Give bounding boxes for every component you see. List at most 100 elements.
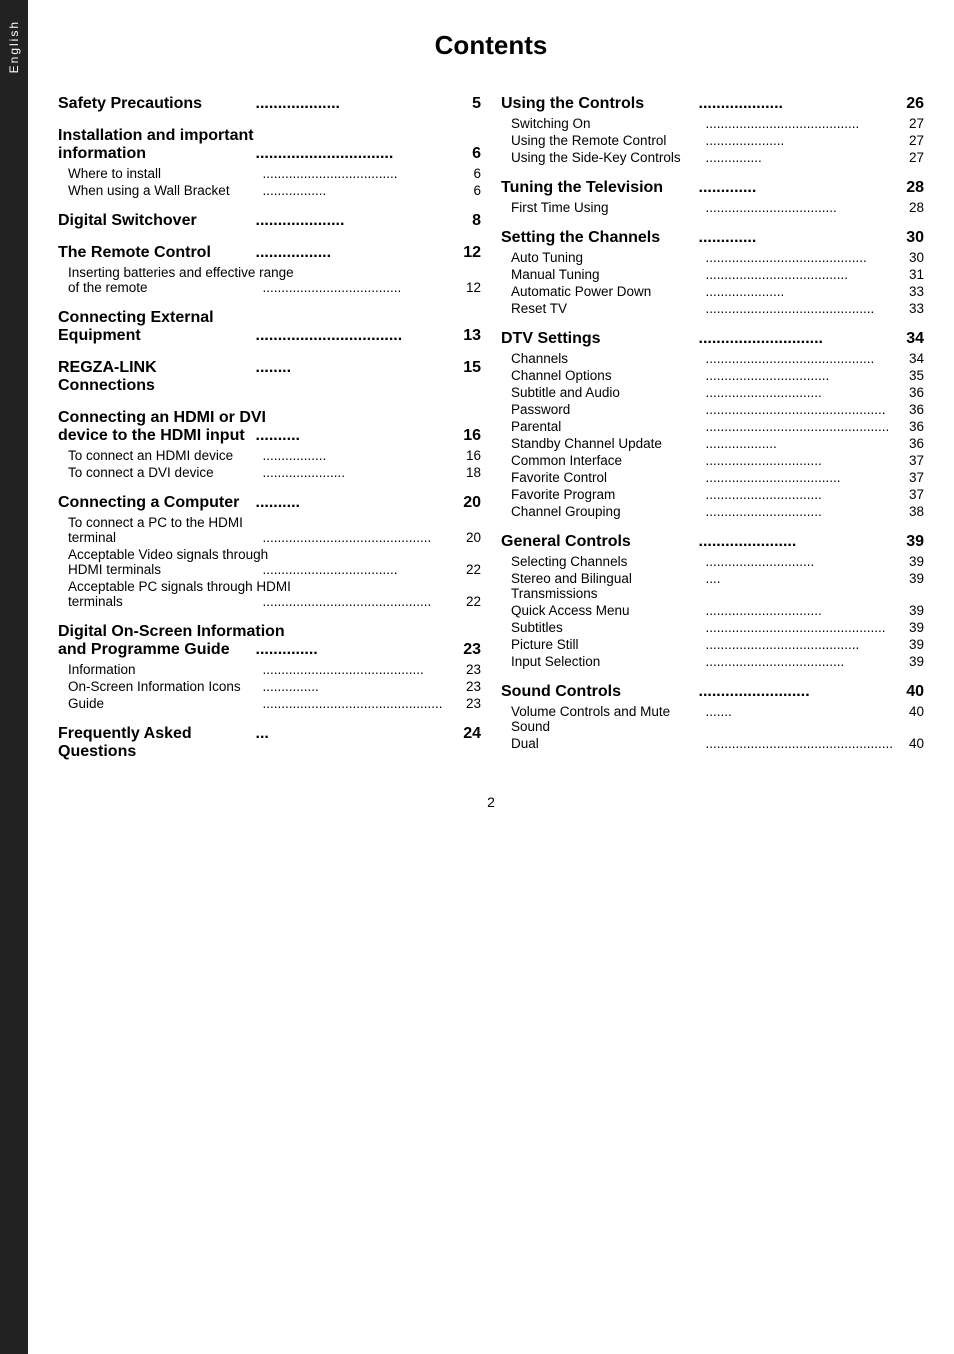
toc-sub-entry: Where to install .......................… — [58, 166, 481, 181]
toc-dots: ....... — [704, 704, 901, 734]
toc-dots: ..................... — [704, 133, 901, 148]
toc-sub-entry: Common Interface .......................… — [501, 453, 924, 468]
toc-sub-title: HDMI terminals — [68, 562, 261, 577]
toc-sub-entry: Automatic Power Down ...................… — [501, 284, 924, 299]
toc-page: 36 — [900, 419, 924, 434]
toc-dots: .................... — [254, 212, 454, 230]
toc-dots: ........................................… — [704, 250, 901, 265]
toc-sub-entry: Subtitles ..............................… — [501, 620, 924, 635]
toc-sub-entry: Stereo and Bilingual Transmissions .... … — [501, 571, 924, 601]
toc-sub-entry: Reset TV ...............................… — [501, 301, 924, 316]
toc-sub-entry: First Time Using .......................… — [501, 200, 924, 215]
toc-sub-entry: Dual ...................................… — [501, 736, 924, 751]
toc-page: 40 — [900, 704, 924, 734]
toc-dots: ............. — [697, 229, 897, 247]
toc-dots: ........................................… — [704, 116, 901, 131]
toc-page: 20 — [457, 530, 481, 545]
toc-dots: ..................................... — [261, 280, 458, 295]
toc-heading: REGZA-LINK Connections ........ 15 — [58, 359, 481, 395]
toc-dots: ..................................... — [704, 654, 901, 669]
toc-heading-title: Digital Switchover — [58, 212, 254, 230]
tab-label: English — [7, 20, 21, 73]
toc-page: 40 — [896, 683, 924, 701]
toc-dots: .................................... — [261, 562, 458, 577]
toc-dots: ........................................… — [261, 696, 458, 711]
toc-page: 39 — [900, 603, 924, 618]
toc-sub-title: Automatic Power Down — [511, 284, 704, 299]
toc-sub-entry: Quick Access Menu ......................… — [501, 603, 924, 618]
toc-sub-title: Quick Access Menu — [511, 603, 704, 618]
toc-sub-entry: Channel Grouping .......................… — [501, 504, 924, 519]
toc-dots: ...................... — [697, 533, 897, 551]
toc-heading-title: Connecting a Computer — [58, 494, 254, 512]
toc-page: 15 — [453, 359, 481, 395]
toc-dots: .......... — [254, 494, 454, 512]
toc-dots: ............................... — [704, 487, 901, 502]
toc-heading-title: Using the Controls — [501, 95, 697, 113]
toc-page: 39 — [896, 533, 924, 551]
toc-sub-title: Subtitles — [511, 620, 704, 635]
toc-page: 22 — [457, 562, 481, 577]
toc-sub-title: Using the Remote Control — [511, 133, 704, 148]
toc-sub-title: terminal — [68, 530, 261, 545]
toc-heading-multiline: Installation and important information .… — [58, 127, 481, 163]
toc-page: 33 — [900, 284, 924, 299]
toc-sub-title: Favorite Control — [511, 470, 704, 485]
toc-sub-entry: Favorite Program .......................… — [501, 487, 924, 502]
toc-heading: Using the Controls ................... 2… — [501, 95, 924, 113]
toc-page: 27 — [900, 150, 924, 165]
toc-sub-title: Guide — [68, 696, 261, 711]
toc-page: 30 — [896, 229, 924, 247]
toc-heading: Sound Controls .........................… — [501, 683, 924, 701]
toc-page: 18 — [457, 465, 481, 480]
toc-dots: ................... — [254, 95, 454, 113]
toc-sub-title: Picture Still — [511, 637, 704, 652]
toc-sub-entry-multiline: Acceptable Video signals through HDMI te… — [58, 547, 481, 577]
toc-heading-multiline: Digital On-Screen Information and Progra… — [58, 623, 481, 659]
toc-page: 36 — [900, 402, 924, 417]
columns-container: Safety Precautions ................... 5… — [58, 81, 924, 764]
toc-page: 13 — [453, 327, 481, 345]
toc-dots: ............................. — [704, 554, 901, 569]
page-title: Contents — [58, 30, 924, 61]
toc-dots: ............................ — [697, 330, 897, 348]
toc-dots: .................................... — [704, 470, 901, 485]
toc-dots: .................................... — [261, 166, 458, 181]
toc-heading: Connecting a Computer .......... 20 — [58, 494, 481, 512]
toc-sub-entry: Subtitle and Audio .....................… — [501, 385, 924, 400]
toc-sub-entry: Input Selection ........................… — [501, 654, 924, 669]
toc-sub-title: Password — [511, 402, 704, 417]
toc-page: 20 — [453, 494, 481, 512]
toc-heading-title: and Programme Guide — [58, 641, 254, 659]
toc-page: 34 — [900, 351, 924, 366]
toc-dots: .......... — [254, 427, 454, 445]
toc-sub-title: Channels — [511, 351, 704, 366]
toc-dots: ......................... — [697, 683, 897, 701]
toc-sub-entry: Using the Side-Key Controls ............… — [501, 150, 924, 165]
toc-sub-entry: Picture Still ..........................… — [501, 637, 924, 652]
toc-sub-entry: Information ............................… — [58, 662, 481, 677]
toc-heading-title: Setting the Channels — [501, 229, 697, 247]
toc-sub-entry: Channel Options ........................… — [501, 368, 924, 383]
toc-heading-multiline: Connecting an HDMI or DVI device to the … — [58, 409, 481, 445]
toc-dots: ........................................… — [704, 736, 901, 751]
toc-heading-line1: Connecting External — [58, 309, 481, 327]
toc-sub-entry: Auto Tuning ............................… — [501, 250, 924, 265]
toc-dots: ........................................… — [704, 620, 901, 635]
main-content: Contents Safety Precautions ............… — [28, 0, 954, 850]
toc-heading-title: The Remote Control — [58, 244, 254, 262]
toc-sub-entry: Selecting Channels .....................… — [501, 554, 924, 569]
toc-dots: ............................... — [704, 603, 901, 618]
toc-sub-title: First Time Using — [511, 200, 704, 215]
toc-heading-title: Safety Precautions — [58, 95, 254, 113]
toc-page: 27 — [900, 116, 924, 131]
page-number: 2 — [58, 794, 924, 810]
toc-sub-title: Dual — [511, 736, 704, 751]
toc-page: 26 — [896, 95, 924, 113]
toc-dots: ........................................… — [704, 402, 901, 417]
toc-heading-title: device to the HDMI input — [58, 427, 254, 445]
toc-sub-title: Selecting Channels — [511, 554, 704, 569]
toc-heading-line1: Digital On-Screen Information — [58, 623, 481, 641]
toc-page: 6 — [453, 145, 481, 163]
toc-dots: ................. — [254, 244, 454, 262]
